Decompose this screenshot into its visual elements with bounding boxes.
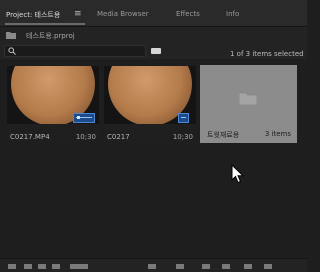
- tab-media-browser[interactable]: Media Browser: [97, 10, 149, 18]
- tab-info[interactable]: Info: [226, 10, 239, 18]
- project-item-clip[interactable]: C0217.MP4 10;30: [7, 66, 99, 142]
- item-name: 트윗재료용: [207, 131, 240, 139]
- new-item-icon[interactable]: [222, 264, 230, 269]
- list-view-icon[interactable]: [24, 264, 32, 269]
- folder-icon: [239, 92, 257, 105]
- item-duration: 10;30: [75, 133, 96, 141]
- icon-view-icon[interactable]: [38, 264, 46, 269]
- project-items-grid: C0217.MP4 10;30 C0217 10;30 트윗재료용 3 item…: [0, 60, 307, 258]
- panel-bottom-toolbar: [0, 258, 307, 272]
- search-input[interactable]: [4, 45, 146, 57]
- find-icon[interactable]: [176, 264, 184, 269]
- clip-thumbnail: [7, 66, 99, 124]
- tab-project[interactable]: Project: 테스트용: [6, 10, 60, 20]
- item-name: C0217: [107, 133, 130, 141]
- zoom-slider[interactable]: [70, 264, 88, 269]
- sequence-thumbnail: [104, 66, 196, 124]
- panel-menu-icon[interactable]: ≡: [74, 9, 82, 19]
- new-search-bin-icon[interactable]: [151, 48, 161, 54]
- tab-effects[interactable]: Effects: [176, 10, 200, 18]
- item-duration: 10;30: [172, 133, 193, 141]
- project-filename: 테스트용.prproj: [26, 32, 75, 40]
- sequence-icon: [178, 113, 189, 123]
- search-icon: [8, 47, 16, 55]
- trash-icon[interactable]: [264, 264, 272, 269]
- item-name: C0217.MP4: [10, 133, 50, 141]
- project-item-bin[interactable]: 트윗재료용 3 items: [200, 65, 297, 143]
- project-file-row: 테스트용.prproj: [0, 27, 307, 43]
- item-count: 3 items: [264, 130, 291, 138]
- freeform-view-icon[interactable]: [52, 264, 60, 269]
- selection-count: 1 of 3 items selected: [230, 50, 304, 58]
- mouse-pointer-icon: [231, 164, 245, 184]
- audio-video-clip-icon: [73, 113, 95, 123]
- project-bin-icon: [6, 32, 16, 39]
- lock-icon[interactable]: [8, 264, 16, 269]
- clear-icon[interactable]: [244, 264, 252, 269]
- new-bin-icon[interactable]: [202, 264, 210, 269]
- automate-to-sequence-icon[interactable]: [148, 264, 156, 269]
- project-item-sequence[interactable]: C0217 10;30: [104, 66, 196, 142]
- panel-tab-bar: Project: 테스트용 ≡ Media Browser Effects In…: [0, 0, 307, 27]
- active-tab-indicator: [5, 23, 85, 25]
- search-row: 1 of 3 items selected: [0, 43, 307, 59]
